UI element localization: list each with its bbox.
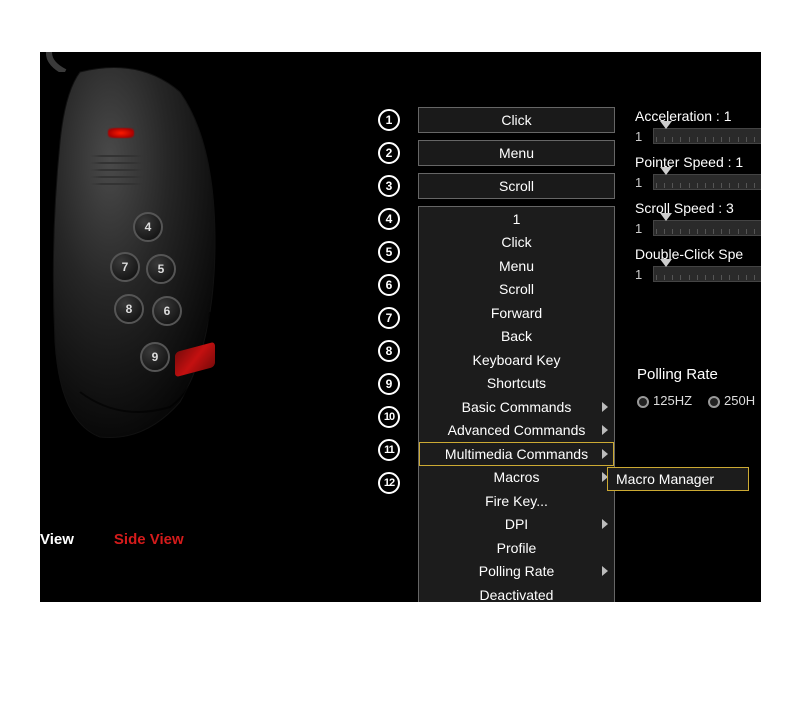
button-row-3: 3 Scroll: [378, 172, 615, 200]
slider-block: Pointer Speed : 1 1: [635, 154, 761, 190]
polling-rate-250[interactable]: 250H: [708, 393, 755, 408]
mouse-image: 4 7 5 8 6 9: [40, 52, 280, 512]
dropdown-item[interactable]: Multimedia Commands: [419, 442, 614, 466]
dropdown-item[interactable]: Scroll: [419, 278, 614, 302]
radio-icon: [708, 396, 720, 408]
button-row-1: 1 Click: [378, 106, 615, 134]
button-number-badge: 5: [378, 241, 400, 263]
slider-thumb-icon[interactable]: [660, 213, 672, 221]
dropdown-item[interactable]: Deactivated: [419, 583, 614, 602]
polling-rate-title: Polling Rate: [637, 366, 761, 383]
slider-block: Acceleration : 1 1: [635, 108, 761, 144]
mouse-side-buttons: 4 7 5 8 6 9: [110, 212, 210, 372]
side-button-9: 9: [140, 342, 170, 372]
chevron-right-icon: [602, 402, 608, 412]
dropdown-item[interactable]: Forward: [419, 301, 614, 325]
dropdown-item[interactable]: Menu: [419, 254, 614, 278]
mouse-led-icon: [108, 128, 134, 138]
dropdown-item[interactable]: Click: [419, 231, 614, 255]
slider-thumb-icon[interactable]: [660, 259, 672, 267]
button-slot-3[interactable]: Scroll: [418, 173, 615, 199]
slider-label: Pointer Speed : 1: [635, 154, 761, 170]
dropdown-item[interactable]: Polling Rate: [419, 560, 614, 584]
polling-rate-125[interactable]: 125HZ: [637, 393, 692, 408]
side-button-7: 7: [110, 252, 140, 282]
slider-label: Double-Click Spe: [635, 246, 761, 262]
mouse-body: 4 7 5 8 6 9: [50, 62, 220, 442]
slider-min-label: 1: [635, 221, 645, 236]
button-number-badge: 11: [378, 439, 400, 461]
polling-rate-group: Polling Rate 125HZ 250H: [637, 366, 761, 408]
dropdown-item[interactable]: Keyboard Key: [419, 348, 614, 372]
dropdown-item[interactable]: Back: [419, 325, 614, 349]
slider-min-label: 1: [635, 175, 645, 190]
button-number-badge: 6: [378, 274, 400, 296]
slider-track[interactable]: [653, 128, 761, 144]
button-number-badge: 9: [378, 373, 400, 395]
button-number-badge: 8: [378, 340, 400, 362]
chevron-right-icon: [602, 566, 608, 576]
button-row-2: 2 Menu: [378, 139, 615, 167]
button-number-badge: 10: [378, 406, 400, 428]
slider-min-label: 1: [635, 129, 645, 144]
dropdown-item[interactable]: Shortcuts: [419, 372, 614, 396]
slider-track[interactable]: [653, 220, 761, 236]
slider-track[interactable]: [653, 266, 761, 282]
side-button-6: 6: [152, 296, 182, 326]
button-number-badge: 4: [378, 208, 400, 230]
slider-block: Double-Click Spe 1: [635, 246, 761, 282]
dropdown-item[interactable]: Profile: [419, 536, 614, 560]
side-button-5: 5: [146, 254, 176, 284]
slider-thumb-icon[interactable]: [660, 121, 672, 129]
dropdown-item[interactable]: Basic Commands: [419, 395, 614, 419]
chevron-right-icon: [602, 449, 608, 459]
side-button-8: 8: [114, 294, 144, 324]
dropdown-item[interactable]: Macros: [419, 466, 614, 490]
mouse-config-window: 4 7 5 8 6 9 View Side View 1Click2Menu3S…: [40, 52, 761, 602]
button-number-badge: 12: [378, 472, 400, 494]
button-slot-1[interactable]: Click: [418, 107, 615, 133]
button-number-badge: 1: [378, 109, 400, 131]
tab-front-view[interactable]: View: [40, 531, 74, 548]
side-button-4: 4: [133, 212, 163, 242]
dropdown-item[interactable]: DPI: [419, 513, 614, 537]
button-number-badge: 3: [378, 175, 400, 197]
sliders-panel: Acceleration : 11Pointer Speed : 11Scrol…: [635, 108, 761, 292]
slider-label: Scroll Speed : 3: [635, 200, 761, 216]
chevron-right-icon: [602, 425, 608, 435]
macros-submenu-item[interactable]: Macro Manager: [607, 467, 749, 491]
mouse-grille-icon: [90, 152, 145, 187]
button-number-badge: 2: [378, 142, 400, 164]
tab-side-view[interactable]: Side View: [114, 531, 184, 548]
assignment-dropdown[interactable]: 1ClickMenuScrollForwardBackKeyboard KeyS…: [418, 206, 615, 602]
slider-label: Acceleration : 1: [635, 108, 761, 124]
chevron-right-icon: [602, 519, 608, 529]
button-slot-2[interactable]: Menu: [418, 140, 615, 166]
view-tabs: View Side View: [40, 531, 184, 548]
slider-block: Scroll Speed : 3 1: [635, 200, 761, 236]
radio-icon: [637, 396, 649, 408]
button-number-badge: 7: [378, 307, 400, 329]
slider-track[interactable]: [653, 174, 761, 190]
slider-min-label: 1: [635, 267, 645, 282]
slider-thumb-icon[interactable]: [660, 167, 672, 175]
dropdown-item[interactable]: Fire Key...: [419, 489, 614, 513]
dropdown-item[interactable]: 1: [419, 207, 614, 231]
dropdown-item[interactable]: Advanced Commands: [419, 419, 614, 443]
